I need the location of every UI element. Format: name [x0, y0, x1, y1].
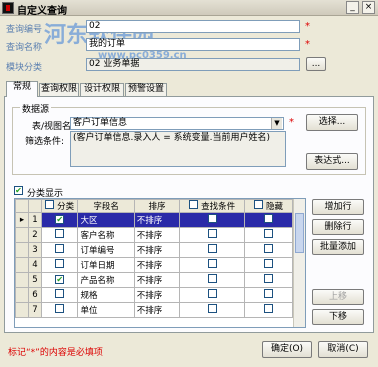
chevron-down-icon[interactable]: ▼: [271, 118, 282, 129]
table-row[interactable]: 4 订单日期 不排序: [15, 257, 293, 273]
window-title: 自定义查询: [17, 6, 67, 17]
table-row[interactable]: ▸ 1 ✔ 大区 不排序: [15, 212, 293, 228]
module-label: 模块分类: [6, 63, 43, 73]
row-classify-checkbox[interactable]: [55, 289, 65, 298]
classify-checkbox[interactable]: ✔: [14, 186, 23, 196]
tab-general[interactable]: 常规: [6, 81, 38, 97]
row-number: 1: [27, 212, 42, 228]
checkbox-icon: [254, 200, 264, 209]
move-down-button[interactable]: 下移: [312, 309, 364, 325]
row-query-checkbox[interactable]: [207, 304, 217, 313]
field-grid: 分类 字段名 排序 查找条件 隐藏 ▸ 1 ✔ 大区 不排序 2 客户名称 不排…: [14, 198, 306, 328]
row-sort[interactable]: 不排序: [133, 302, 181, 318]
row-sort[interactable]: 不排序: [133, 242, 181, 258]
select-button[interactable]: 选择...: [306, 114, 358, 131]
row-query-checkbox[interactable]: [207, 289, 217, 298]
row-number: 5: [27, 272, 42, 288]
check-icon: ✔: [14, 186, 23, 195]
row-classify-checkbox[interactable]: [55, 259, 65, 268]
row-field-name[interactable]: 大区: [77, 212, 135, 228]
row-number: 2: [27, 227, 42, 243]
cancel-button[interactable]: 取消(C): [318, 341, 368, 358]
row-classify-checkbox[interactable]: ✔: [55, 275, 65, 284]
row-query-checkbox[interactable]: [207, 274, 217, 283]
delete-row-button[interactable]: 删除行: [312, 219, 364, 235]
row-hidden-checkbox[interactable]: [264, 289, 274, 298]
checkbox-icon: [189, 200, 199, 209]
row-query-checkbox[interactable]: [207, 259, 217, 268]
table-row[interactable]: 6 规格 不排序: [15, 287, 293, 303]
row-hidden-checkbox[interactable]: [264, 244, 274, 253]
row-sort[interactable]: 不排序: [133, 257, 181, 273]
row-hidden-checkbox[interactable]: [264, 304, 274, 313]
row-marker: ▸: [15, 212, 29, 228]
row-field-name[interactable]: 客户名称: [77, 227, 135, 243]
row-number: 6: [27, 287, 42, 303]
scrollbar-thumb[interactable]: [295, 213, 304, 253]
required-note: 标记“*”的内容是必填项: [8, 348, 103, 358]
code-label: 查询编号: [6, 25, 43, 35]
row-field-name[interactable]: 单位: [77, 302, 135, 318]
row-field-name[interactable]: 订单编号: [77, 242, 135, 258]
row-field-name[interactable]: 订单日期: [77, 257, 135, 273]
row-field-name[interactable]: 规格: [77, 287, 135, 303]
required-mark: *: [305, 39, 310, 50]
row-classify-checkbox[interactable]: [55, 244, 65, 253]
row-classify-checkbox[interactable]: [55, 304, 65, 313]
app-icon: [2, 2, 14, 14]
row-number: 4: [27, 257, 42, 273]
row-hidden-checkbox[interactable]: [264, 214, 274, 223]
ok-button[interactable]: 确定(O): [262, 341, 312, 358]
title-bar: 自定义查询 _ ×: [0, 0, 378, 17]
row-sort[interactable]: 不排序: [133, 287, 181, 303]
row-query-checkbox[interactable]: [207, 214, 217, 223]
row-sort[interactable]: 不排序: [133, 212, 181, 228]
minimize-button[interactable]: _: [346, 1, 359, 14]
datasource-group-title: 数据源: [20, 102, 52, 115]
tab-alert-settings[interactable]: 预警设置: [125, 83, 167, 96]
row-hidden-checkbox[interactable]: [264, 274, 274, 283]
add-row-button[interactable]: 增加行: [312, 199, 364, 215]
checkbox-icon: [45, 200, 55, 209]
filter-label: 筛选条件:: [25, 137, 65, 147]
row-number: 7: [27, 302, 42, 318]
table-select-value: 客户订单信息: [73, 118, 128, 128]
batch-add-button[interactable]: 批量添加: [312, 239, 364, 255]
table-select[interactable]: 客户订单信息 ▼: [70, 117, 284, 130]
module-browse-button[interactable]: ...: [306, 57, 326, 71]
header-field[interactable]: 字段名: [77, 199, 135, 213]
table-row[interactable]: 3 订单编号 不排序: [15, 242, 293, 258]
table-row[interactable]: 2 客户名称 不排序: [15, 227, 293, 243]
row-hidden-checkbox[interactable]: [264, 259, 274, 268]
row-classify-checkbox[interactable]: ✔: [55, 215, 65, 224]
row-hidden-checkbox[interactable]: [264, 229, 274, 238]
name-label: 查询名称: [6, 43, 43, 53]
header-query[interactable]: 查找条件: [179, 199, 246, 213]
row-sort[interactable]: 不排序: [133, 227, 181, 243]
row-number: 3: [27, 242, 42, 258]
required-mark: *: [305, 21, 310, 32]
header-hidden[interactable]: 隐藏: [244, 199, 293, 213]
table-row[interactable]: 5 ✔ 产品名称 不排序: [15, 272, 293, 288]
name-input[interactable]: 我的订单: [86, 38, 300, 51]
row-sort[interactable]: 不排序: [133, 272, 181, 288]
row-field-name[interactable]: 产品名称: [77, 272, 135, 288]
row-query-checkbox[interactable]: [207, 229, 217, 238]
tab-query-permission[interactable]: 查询权限: [39, 83, 79, 96]
expression-button[interactable]: 表达式...: [306, 153, 358, 170]
code-input[interactable]: 02: [86, 20, 300, 33]
filter-field: (客户订单信息.录入人 = 系统变量.当前用户姓名): [70, 131, 286, 167]
module-field: 02 业务单据: [86, 58, 300, 71]
tab-design-permission[interactable]: 设计权限: [80, 83, 124, 96]
vertical-scrollbar[interactable]: [293, 199, 305, 327]
table-row[interactable]: 7 单位 不排序: [15, 302, 293, 318]
required-mark: *: [289, 117, 294, 128]
close-button[interactable]: ×: [362, 1, 375, 14]
header-sort[interactable]: 排序: [133, 199, 181, 213]
row-classify-checkbox[interactable]: [55, 229, 65, 238]
header-classify[interactable]: 分类: [40, 199, 79, 213]
row-query-checkbox[interactable]: [207, 244, 217, 253]
table-label: 表/视图名:: [32, 122, 75, 132]
move-up-button[interactable]: 上移: [312, 289, 364, 305]
